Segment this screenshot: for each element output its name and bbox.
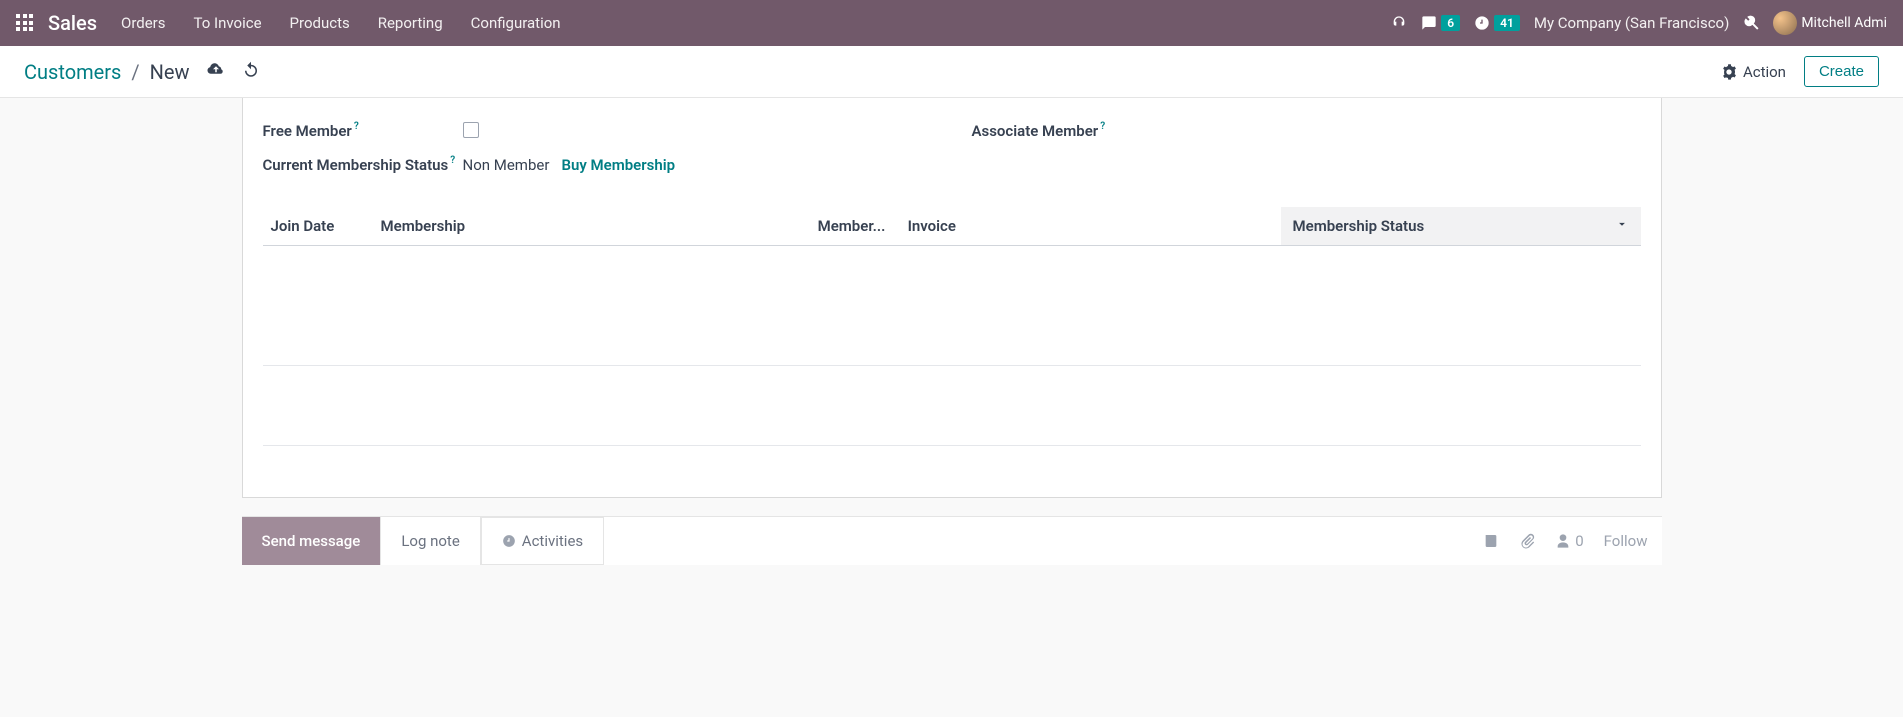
help-icon[interactable]: ? bbox=[354, 120, 359, 133]
help-icon[interactable]: ? bbox=[1100, 120, 1105, 133]
th-invoice[interactable]: Invoice bbox=[900, 217, 1281, 235]
current-status-value: Non Member bbox=[463, 156, 550, 174]
messages-badge: 6 bbox=[1441, 15, 1460, 31]
buy-membership-button[interactable]: Buy Membership bbox=[561, 156, 675, 174]
activities-badge: 41 bbox=[1494, 15, 1520, 31]
control-bar: Customers / New Action Create bbox=[0, 46, 1903, 98]
breadcrumb-parent[interactable]: Customers bbox=[24, 60, 121, 84]
follow-button[interactable]: Follow bbox=[1604, 532, 1648, 550]
current-status-label: Current Membership Status ? bbox=[263, 156, 463, 176]
systray: 6 41 My Company (San Francisco) Mitchell… bbox=[1391, 11, 1887, 35]
top-navbar: Sales Orders To Invoice Products Reporti… bbox=[0, 0, 1903, 46]
clock-icon bbox=[502, 534, 516, 548]
form-sheet: Free Member ? Current Membership Status … bbox=[242, 98, 1662, 498]
table-row bbox=[263, 326, 1641, 366]
activities-tray[interactable]: 41 bbox=[1474, 15, 1520, 31]
nav-configuration[interactable]: Configuration bbox=[471, 14, 561, 32]
log-note-button[interactable]: Log note bbox=[381, 517, 480, 565]
help-icon[interactable]: ? bbox=[450, 154, 455, 167]
activities-label: Activities bbox=[522, 532, 583, 550]
th-join-date[interactable]: Join Date bbox=[263, 217, 373, 235]
table-row bbox=[263, 286, 1641, 326]
nav-products[interactable]: Products bbox=[290, 14, 350, 32]
table-header: Join Date Membership Member... Invoice M… bbox=[263, 207, 1641, 246]
user-menu[interactable]: Mitchell Admi bbox=[1773, 11, 1887, 35]
th-member[interactable]: Member... bbox=[810, 217, 900, 235]
nav-orders[interactable]: Orders bbox=[121, 14, 166, 32]
table-row bbox=[263, 406, 1641, 446]
table-row bbox=[263, 246, 1641, 286]
membership-table: Join Date Membership Member... Invoice M… bbox=[263, 207, 1641, 446]
breadcrumb: Customers / New bbox=[24, 60, 260, 84]
username: Mitchell Admi bbox=[1801, 15, 1887, 31]
chatter: Send message Log note Activities 0 Follo… bbox=[242, 516, 1662, 565]
th-membership[interactable]: Membership bbox=[373, 217, 810, 235]
th-status[interactable]: Membership Status bbox=[1281, 207, 1641, 245]
table-row bbox=[263, 366, 1641, 406]
company-selector[interactable]: My Company (San Francisco) bbox=[1534, 14, 1729, 32]
apps-icon[interactable] bbox=[16, 14, 34, 32]
followers-count[interactable]: 0 bbox=[1555, 532, 1583, 550]
messages-tray[interactable]: 6 bbox=[1421, 15, 1460, 31]
associate-member-label: Associate Member ? bbox=[972, 122, 1172, 142]
action-dropdown[interactable]: Action bbox=[1721, 63, 1786, 81]
breadcrumb-sep: / bbox=[131, 60, 139, 84]
th-status-label: Membership Status bbox=[1293, 217, 1425, 235]
avatar bbox=[1773, 11, 1797, 35]
activities-button[interactable]: Activities bbox=[481, 517, 604, 565]
tools-icon[interactable] bbox=[1743, 15, 1759, 31]
phone-icon[interactable] bbox=[1391, 15, 1407, 31]
nav-reporting[interactable]: Reporting bbox=[378, 14, 443, 32]
chevron-down-icon[interactable] bbox=[1615, 217, 1629, 235]
create-button[interactable]: Create bbox=[1804, 56, 1879, 87]
free-member-label: Free Member ? bbox=[263, 122, 463, 142]
person-icon bbox=[1555, 533, 1571, 549]
cloud-save-icon[interactable] bbox=[206, 60, 226, 84]
book-icon[interactable] bbox=[1483, 533, 1499, 549]
nav-to-invoice[interactable]: To Invoice bbox=[194, 14, 262, 32]
action-label: Action bbox=[1743, 63, 1786, 81]
free-member-checkbox[interactable] bbox=[463, 122, 479, 138]
discard-icon[interactable] bbox=[242, 60, 260, 84]
attachment-icon[interactable] bbox=[1519, 533, 1535, 549]
send-message-button[interactable]: Send message bbox=[242, 517, 382, 565]
breadcrumb-current: New bbox=[150, 60, 190, 84]
app-brand[interactable]: Sales bbox=[48, 11, 97, 35]
follower-count-value: 0 bbox=[1575, 532, 1583, 550]
